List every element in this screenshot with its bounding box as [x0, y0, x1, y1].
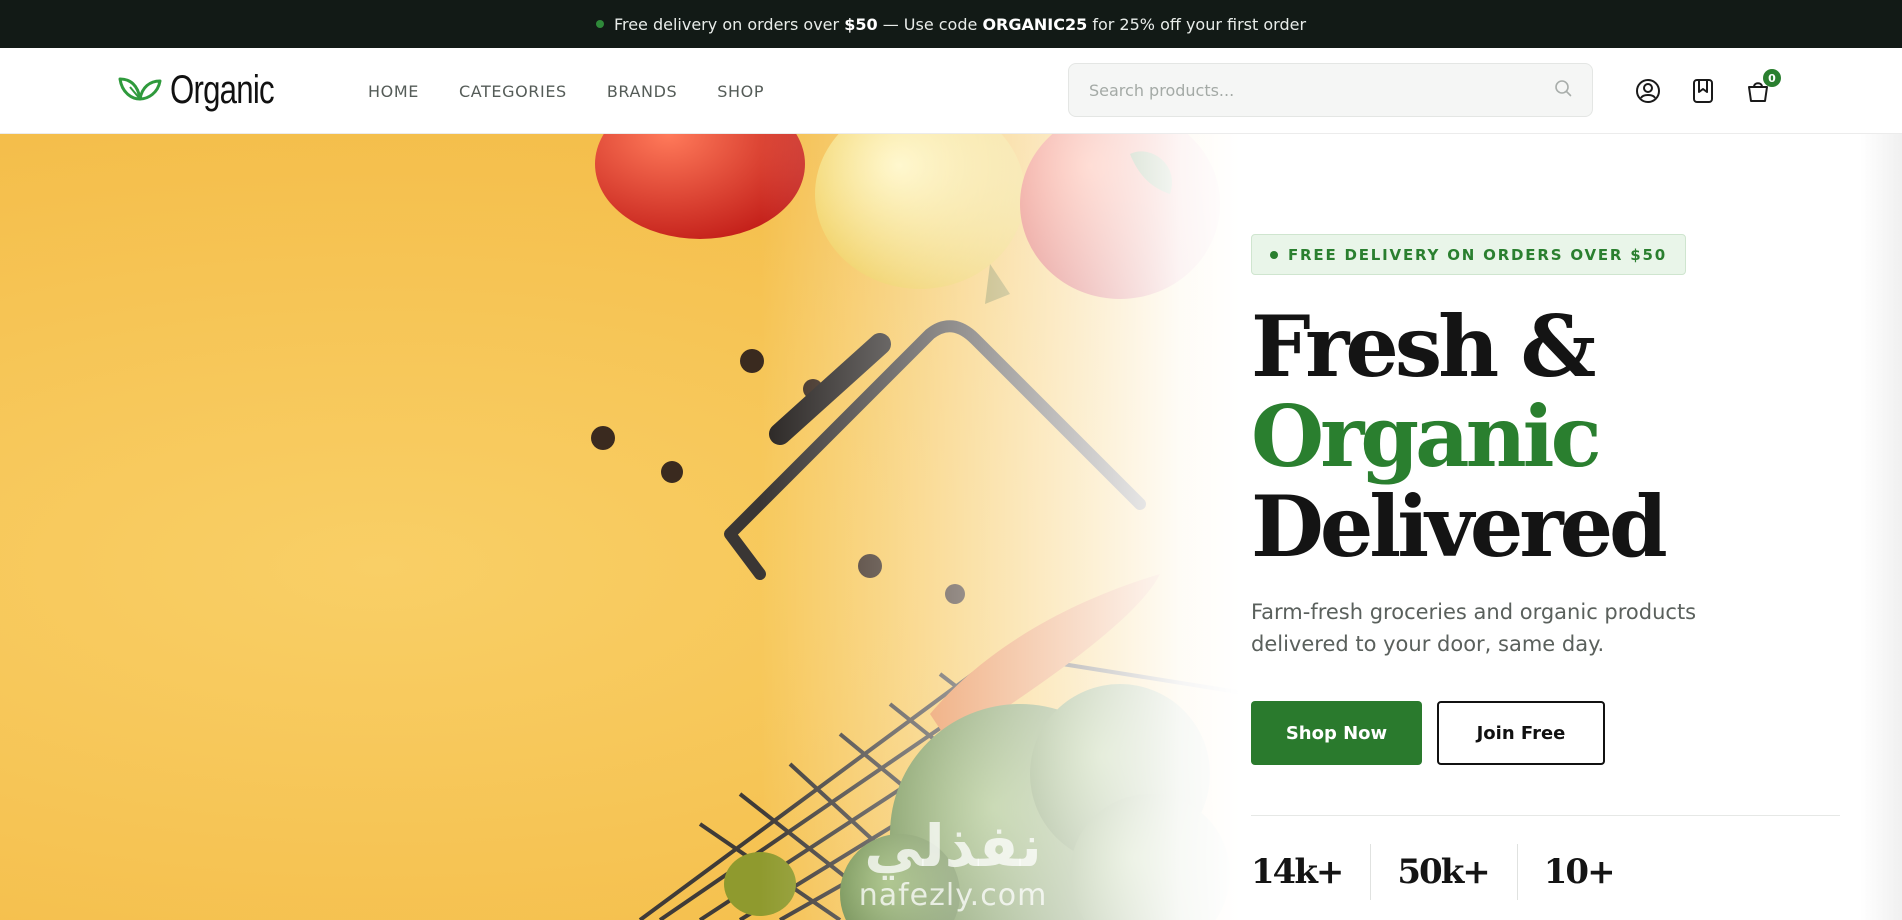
site-header: Organic HOME CATEGORIES BRANDS SHOP 0 — [0, 48, 1902, 134]
account-icon[interactable] — [1633, 76, 1663, 106]
join-free-button[interactable]: Join Free — [1437, 701, 1605, 765]
cart-icon[interactable]: 0 — [1743, 69, 1781, 106]
stat-value: 14k+ — [1251, 844, 1372, 900]
announcement-prefix: Free delivery on orders over — [613, 14, 840, 34]
headline-line-3: Delivered — [1251, 477, 1668, 576]
leaf-logo-icon — [118, 73, 162, 109]
cart-count-badge: 0 — [1763, 69, 1781, 87]
hero-subheading: Farm-fresh groceries and organic product… — [1251, 600, 1697, 656]
headline-line-2: Organic — [1251, 387, 1602, 486]
status-dot — [595, 20, 604, 28]
watermark-arabic: نفذلي — [864, 812, 1042, 880]
stat-value: 50k+ — [1397, 844, 1518, 900]
announcement-suffix: for 25% off your first order — [1092, 14, 1307, 34]
badge-dot — [1270, 250, 1278, 259]
nav-shop[interactable]: SHOP — [717, 82, 764, 101]
logo[interactable]: Organic — [118, 68, 303, 113]
search-icon[interactable] — [1554, 79, 1572, 101]
promo-code: ORGANIC25 — [982, 14, 1088, 34]
search-bar — [1068, 63, 1593, 117]
hero-section: نفذلي nafezly.com FREE DELIVERY ON ORDER… — [0, 134, 1902, 920]
announcement-amount: $50 — [844, 14, 878, 34]
announcement-middle: — Use code — [882, 14, 978, 34]
stats-divider — [1251, 815, 1840, 816]
watermark-latin: nafezly.com — [858, 878, 1048, 913]
stat-value: 10+ — [1543, 852, 1616, 892]
hero-content: FREE DELIVERY ON ORDERS OVER $50 Fresh &… — [1251, 134, 1851, 920]
shop-now-button[interactable]: Shop Now — [1251, 701, 1422, 765]
hero-headline: Fresh & Organic Delivered — [1251, 302, 1668, 572]
watermark: نفذلي nafezly.com — [838, 814, 1068, 914]
main-nav: HOME CATEGORIES BRANDS SHOP — [368, 48, 804, 134]
nav-categories[interactable]: CATEGORIES — [459, 82, 567, 101]
search-input[interactable] — [1089, 80, 1554, 100]
nav-brands[interactable]: BRANDS — [607, 82, 677, 101]
nav-home[interactable]: HOME — [368, 82, 419, 101]
delivery-badge-text: FREE DELIVERY ON ORDERS OVER $50 — [1288, 245, 1668, 264]
bookmark-icon[interactable] — [1688, 76, 1718, 106]
delivery-badge: FREE DELIVERY ON ORDERS OVER $50 — [1251, 234, 1687, 275]
headline-line-1: Fresh & — [1251, 297, 1596, 396]
stats-row: 14k+ 50k+ 10+ — [1251, 844, 1668, 900]
announcement-bar: Free delivery on orders over $50 — Use c… — [0, 0, 1902, 48]
logo-text: Organic — [170, 68, 275, 112]
